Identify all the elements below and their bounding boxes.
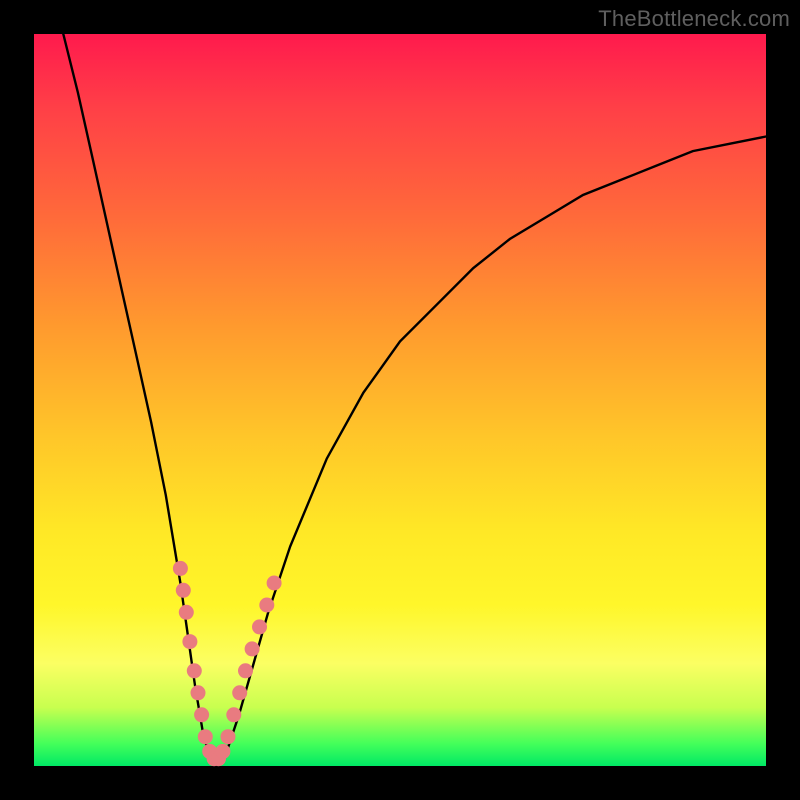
curve-marker [259,598,274,613]
curve-marker [221,729,236,744]
curve-marker [173,561,188,576]
curve-marker [226,707,241,722]
curve-marker [194,707,209,722]
curve-marker [198,729,213,744]
curve-marker [232,685,247,700]
plot-area [34,34,766,766]
marker-group [173,561,282,766]
curve-marker [252,619,267,634]
curve-marker [187,663,202,678]
curve-marker [191,685,206,700]
curve-marker [182,634,197,649]
curve-marker [215,744,230,759]
curve-marker [267,576,282,591]
curve-marker [238,663,253,678]
curve-svg [34,34,766,766]
watermark-text: TheBottleneck.com [598,6,790,32]
curve-marker [245,641,260,656]
bottleneck-curve [63,34,766,766]
curve-marker [176,583,191,598]
chart-frame: TheBottleneck.com [0,0,800,800]
curve-marker [179,605,194,620]
